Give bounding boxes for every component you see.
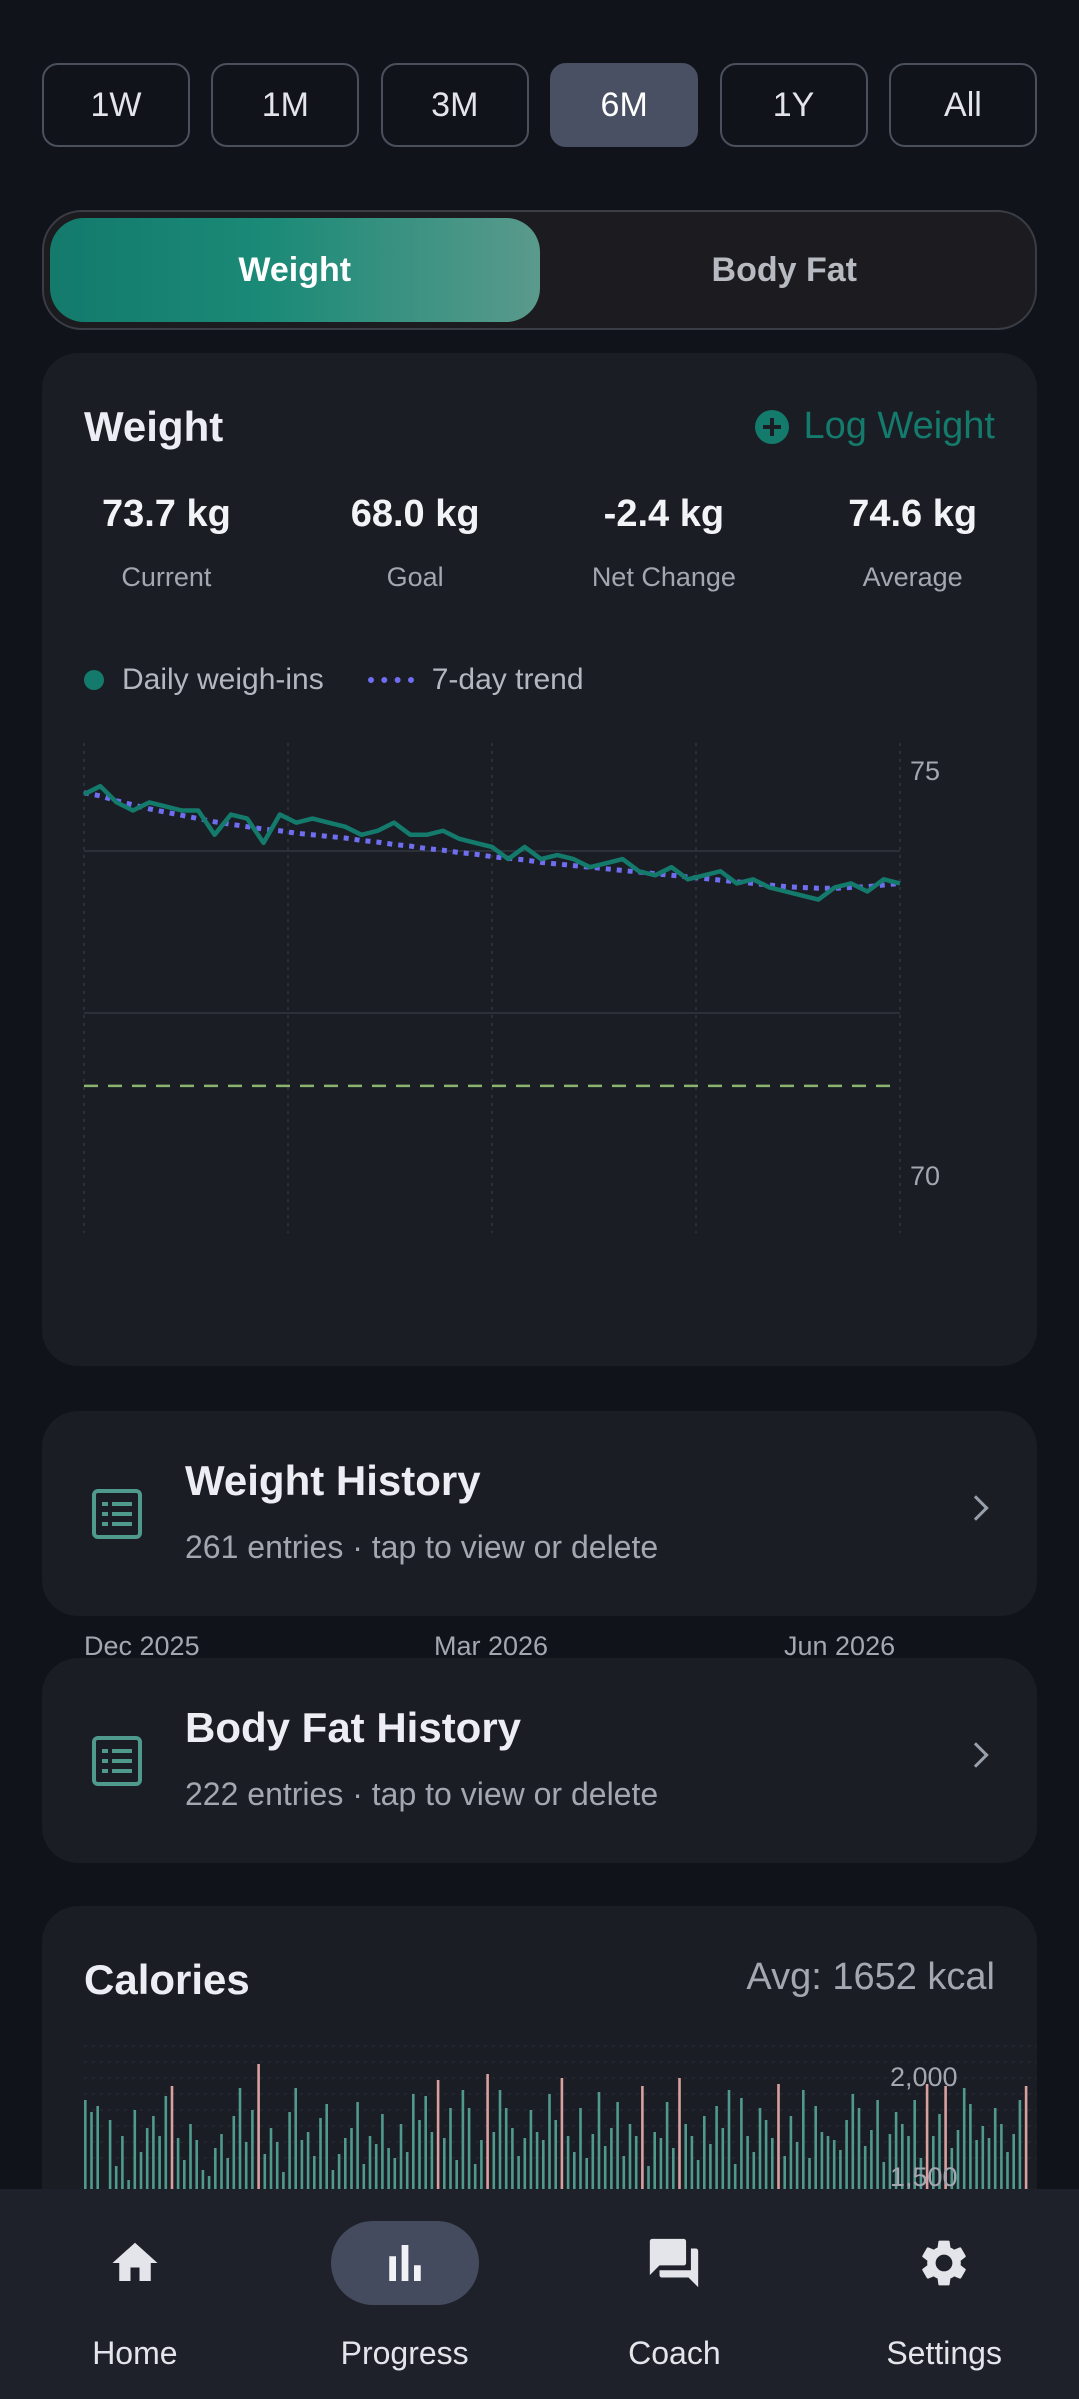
nav-coach[interactable]: Coach [540,2189,810,2399]
add-circle-icon [755,409,790,444]
y-tick-label: 70 [910,1161,940,1191]
stat-net-change: -2.4 kg Net Change [547,493,780,593]
chart-legend: Daily weigh-ins 7-day trend [84,663,584,697]
range-all-button[interactable]: All [888,63,1037,147]
weight-history-subtitle: 261 entries · tap to view or delete [185,1529,659,1565]
stat-label: Net Change [591,562,736,592]
y-tick-label: 2,000 [890,2062,958,2092]
stat-value: 68.0 kg [350,493,480,535]
daily-weigh-ins-line [82,783,901,902]
bar-chart-icon [388,2245,421,2281]
legend-trend: 7-day trend [431,663,584,696]
chevron-right-icon [963,1495,989,1521]
gear-icon [922,2240,966,2286]
range-1y-button[interactable]: 1Y [719,63,868,147]
weight-stats: 73.7 kg Current 68.0 kg Goal -2.4 kg Net… [42,493,1037,593]
range-selector: 1W 1M 3M 6M 1Y All [42,63,1037,147]
weight-history-title: Weight History [185,1457,481,1504]
bottom-navigation: Home Progress Coach Settings [0,2189,1079,2399]
range-1m-button[interactable]: 1M [211,63,360,147]
nav-settings-pill [870,2221,1018,2305]
stat-goal: 68.0 kg Goal [299,493,532,593]
y-tick-label: 75 [910,756,940,786]
range-6m-button[interactable]: 6M [550,63,699,147]
range-1w-button[interactable]: 1W [42,63,190,147]
weight-tab[interactable]: Weight [50,218,540,322]
progress-screen: 1W 1M 3M 6M 1Y All Weight Body Fat Weigh… [0,0,1079,2399]
stat-current: 73.7 kg Current [50,493,283,593]
trend-dash-icon [367,677,414,683]
weight-card-title: Weight [84,403,224,450]
y-tick-label: 1,500 [890,2162,958,2192]
nav-home-pill [61,2221,209,2305]
stat-label: Current [121,562,212,592]
metric-toggle: Weight Body Fat [42,210,1037,330]
list-icon [92,1489,142,1539]
weight-card: Weight Log Weight 73.7 kg Current 68.0 k… [42,353,1037,1661]
stat-average: 74.6 kg Average [796,493,1029,593]
home-icon [112,2242,158,2281]
log-weight-label: Log Weight [803,405,995,447]
log-weight-button[interactable]: Log Weight [755,405,995,448]
body-fat-history-subtitle: 222 entries · tap to view or delete [185,1776,659,1812]
stat-label: Goal [386,562,444,592]
chevron-right-icon [963,1742,989,1768]
nav-settings[interactable]: Settings [809,2189,1079,2399]
nav-label: Coach [628,2335,721,2371]
nav-home[interactable]: Home [0,2189,270,2399]
chat-icon [650,2238,699,2288]
stat-value: -2.4 kg [603,493,725,535]
stat-value: 73.7 kg [101,493,231,535]
weight-history-card[interactable]: Weight History 261 entries · tap to view… [42,1411,1037,1616]
stat-value: 74.6 kg [848,493,978,535]
nav-progress[interactable]: Progress [270,2189,540,2399]
stat-label: Average [862,562,963,592]
body-fat-history-card[interactable]: Body Fat History 222 entries · tap to vi… [42,1658,1037,1863]
nav-label: Home [92,2335,178,2371]
nav-label: Settings [886,2335,1002,2371]
list-icon [92,1736,142,1786]
nav-progress-pill [330,2221,479,2305]
body-fat-tab[interactable]: Body Fat [540,218,1030,322]
calories-average: Avg: 1652 kcal [746,1956,995,1998]
range-3m-button[interactable]: 3M [380,63,529,147]
nav-coach-pill [600,2221,748,2305]
nav-label: Progress [340,2335,469,2371]
daily-dot-icon [84,670,104,690]
legend-daily: Daily weigh-ins [122,663,324,696]
calories-title: Calories [84,1956,250,2003]
body-fat-history-title: Body Fat History [185,1704,522,1751]
